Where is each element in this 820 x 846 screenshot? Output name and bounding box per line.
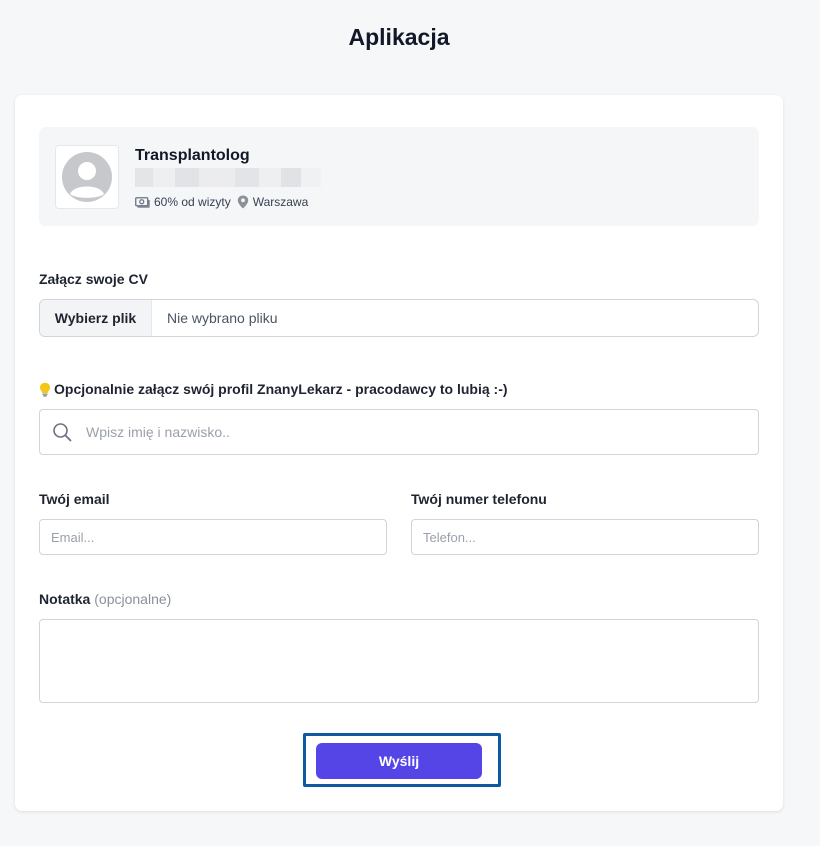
note-label: Notatka (opcjonalne) — [39, 591, 171, 607]
cv-file-input[interactable]: Wybierz plik Nie wybrano pliku — [39, 299, 759, 337]
profile-search-input[interactable] — [86, 410, 746, 454]
profile-label-text: Opcjonalnie załącz swój profil ZnanyLeka… — [54, 381, 508, 397]
job-location: Warszawa — [252, 195, 309, 209]
search-icon — [53, 423, 72, 442]
job-subtitle-redacted — [135, 168, 321, 187]
profile-label: Opcjonalnie załącz swój profil ZnanyLeka… — [39, 381, 508, 397]
phone-label: Twój numer telefonu — [411, 491, 547, 507]
choose-file-button[interactable]: Wybierz plik — [40, 300, 152, 336]
lightbulb-icon — [40, 382, 50, 396]
money-icon — [135, 197, 150, 208]
note-optional-hint: (opcjonalne) — [94, 591, 172, 607]
cv-label: Załącz swoje CV — [39, 271, 148, 287]
application-card: Transplantolog 60% od wizyty Warszawa Za… — [15, 95, 783, 811]
user-avatar-icon — [62, 152, 112, 202]
job-summary: Transplantolog 60% od wizyty Warszawa — [39, 127, 759, 226]
email-field[interactable] — [39, 519, 387, 555]
note-label-text: Notatka — [39, 591, 91, 607]
avatar — [55, 145, 119, 209]
submit-button[interactable]: Wyślij — [316, 743, 482, 779]
map-pin-icon — [237, 195, 248, 209]
phone-field[interactable] — [411, 519, 759, 555]
page-title: Aplikacja — [348, 24, 450, 50]
note-textarea[interactable] — [39, 619, 759, 703]
email-label: Twój email — [39, 491, 110, 507]
profile-search[interactable] — [39, 409, 759, 455]
job-commission: 60% od wizyty — [154, 195, 231, 209]
job-title: Transplantolog — [135, 147, 250, 164]
file-status: Nie wybrano pliku — [167, 310, 278, 326]
job-meta: 60% od wizyty Warszawa — [135, 195, 308, 209]
